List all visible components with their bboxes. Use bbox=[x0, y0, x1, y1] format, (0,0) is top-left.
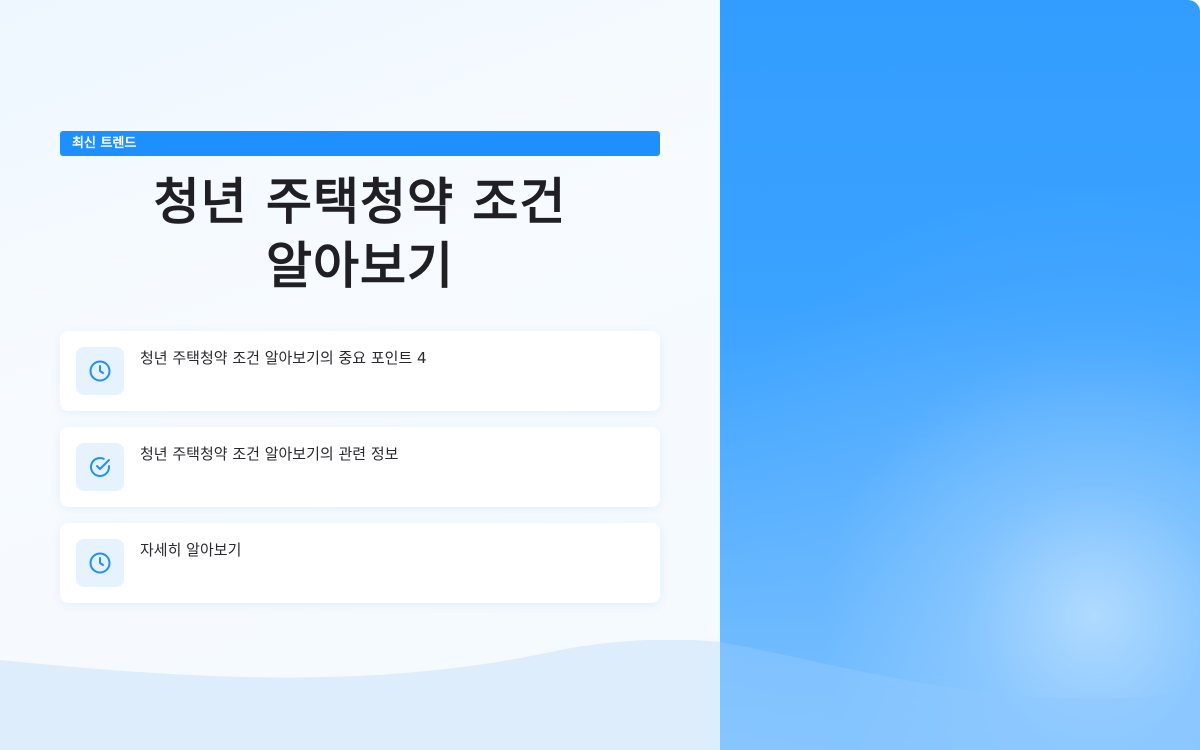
page-title: 청년 주택청약 조건 알아보기 bbox=[60, 170, 660, 298]
key-points-card[interactable]: 청년 주택청약 조건 알아보기의 중요 포인트 4 bbox=[60, 331, 660, 411]
content-column: 최신 트렌드 청년 주택청약 조건 알아보기 청년 주택청약 조건 알아보기의 … bbox=[0, 0, 720, 750]
clock-icon bbox=[76, 539, 124, 587]
check-circle-icon bbox=[76, 443, 124, 491]
page-title-line-1: 청년 주택청약 조건 bbox=[153, 173, 567, 231]
related-info-card[interactable]: 청년 주택청약 조건 알아보기의 관련 정보 bbox=[60, 427, 660, 507]
related-info-label: 청년 주택청약 조건 알아보기의 관련 정보 bbox=[140, 445, 399, 463]
key-points-label: 청년 주택청약 조건 알아보기의 중요 포인트 4 bbox=[140, 349, 427, 367]
category-badge: 최신 트렌드 bbox=[60, 131, 660, 156]
page: 최신 트렌드 청년 주택청약 조건 알아보기 청년 주택청약 조건 알아보기의 … bbox=[0, 0, 1200, 750]
hero-image-panel bbox=[720, 0, 1200, 750]
learn-more-label: 자세히 알아보기 bbox=[140, 541, 242, 559]
learn-more-card[interactable]: 자세히 알아보기 bbox=[60, 523, 660, 603]
clock-icon bbox=[76, 347, 124, 395]
page-title-line-2: 알아보기 bbox=[266, 237, 454, 295]
